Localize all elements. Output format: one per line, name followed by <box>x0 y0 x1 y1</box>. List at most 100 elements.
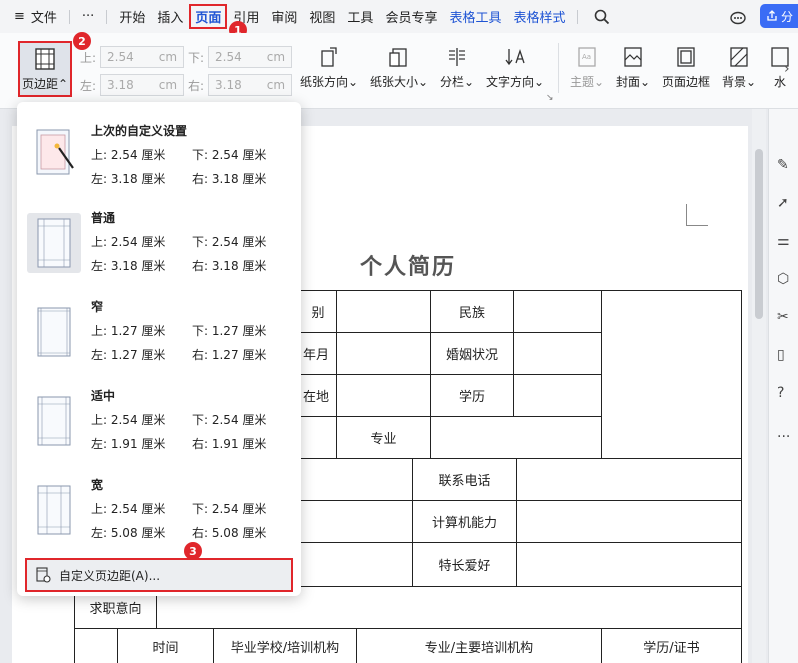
left-margin-field[interactable]: 左: 3.18 cm <box>80 74 185 96</box>
tab-home[interactable]: 开始 <box>113 7 151 26</box>
tab-table-style[interactable]: 表格样式 <box>507 7 571 26</box>
preset-thumbnail <box>27 391 81 451</box>
table-cell-birth[interactable]: 年月 <box>296 333 336 374</box>
cover-button[interactable]: 封面⌄ <box>616 45 650 90</box>
table-cell-major-training[interactable]: 专业/主要培训机构 <box>357 629 601 663</box>
preset-top: 上: 2.54 厘米 <box>91 502 166 516</box>
bottom-margin-field[interactable]: 下: 2.54 cm <box>188 46 293 68</box>
tab-insert[interactable]: 插入 <box>151 7 189 26</box>
table-cell-time[interactable]: 时间 <box>118 629 213 663</box>
menu-file[interactable]: 文件 <box>31 7 63 26</box>
orientation-button[interactable]: 纸张方向⌄ <box>300 45 358 90</box>
preset-thumbnail <box>27 213 81 273</box>
pen-icon[interactable]: ✎ <box>777 157 789 173</box>
table-cell-education[interactable]: 学历 <box>431 375 513 416</box>
book-icon[interactable]: ▯ <box>777 347 785 363</box>
step-badge-2: 2 <box>73 32 91 50</box>
preset-top: 上: 1.27 厘米 <box>91 324 166 338</box>
shape-icon[interactable]: ⬡ <box>777 271 789 287</box>
preset-bottom: 下: 1.27 厘米 <box>192 324 267 338</box>
preset-moderate[interactable]: 适中 上: 2.54 厘米 下: 2.54 厘米 左: 1.91 厘米 右: 1… <box>17 381 301 465</box>
preset-left: 左: 3.18 厘米 <box>91 172 166 186</box>
margins-button[interactable]: 页边距⌃ <box>18 41 72 97</box>
table-cell-major[interactable]: 专业 <box>337 417 430 458</box>
preset-bottom: 下: 2.54 厘米 <box>192 148 267 162</box>
paper-size-label: 纸张大小⌄ <box>370 75 429 89</box>
table-line <box>741 290 742 663</box>
preset-top: 上: 2.54 厘米 <box>91 235 166 249</box>
top-margin-field[interactable]: 上: 2.54 cm <box>80 46 185 68</box>
preset-left: 左: 1.91 厘米 <box>91 437 166 451</box>
cover-icon <box>624 47 642 67</box>
text-direction-button[interactable]: 文字方向⌄ <box>486 45 544 90</box>
preset-name: 窄 <box>91 300 104 314</box>
preset-thumbnail <box>27 302 81 362</box>
margins-icon <box>35 47 55 70</box>
background-label: 背景⌄ <box>722 75 757 89</box>
select-icon[interactable]: ➚ <box>777 195 789 211</box>
preset-wide[interactable]: 宽 上: 2.54 厘米 下: 2.54 厘米 左: 5.08 厘米 右: 5.… <box>17 470 301 554</box>
paper-size-button[interactable]: 纸张大小⌄ <box>370 45 428 90</box>
help-icon[interactable]: ? <box>777 385 784 401</box>
preset-last-custom[interactable]: 上次的自定义设置 上: 2.54 厘米 下: 2.54 厘米 左: 3.18 厘… <box>17 114 301 198</box>
vertical-scrollbar[interactable] <box>752 109 766 663</box>
table-cell-computer[interactable]: 计算机能力 <box>413 501 516 542</box>
preset-right: 右: 3.18 厘米 <box>192 259 267 273</box>
tab-review[interactable]: 审阅 <box>265 7 303 26</box>
preset-bottom: 下: 2.54 厘米 <box>192 502 267 516</box>
preset-narrow[interactable]: 窄 上: 1.27 厘米 下: 1.27 厘米 左: 1.27 厘米 右: 1.… <box>17 292 301 376</box>
preset-name: 上次的自定义设置 <box>91 124 188 138</box>
tab-page[interactable]: 页面 <box>189 4 228 29</box>
share-button[interactable]: 分 <box>760 4 798 28</box>
tab-member[interactable]: 会员专享 <box>379 7 443 26</box>
menu-icon[interactable]: ≡ <box>8 9 31 24</box>
top-margin-label: 上: <box>80 50 97 65</box>
page-border-icon <box>677 47 695 67</box>
preset-right: 右: 3.18 厘米 <box>192 172 267 186</box>
menu-separator <box>106 9 108 24</box>
unit-label: cm <box>266 78 286 92</box>
table-cell-school[interactable]: 毕业学校/培训机构 <box>214 629 356 663</box>
custom-margins-item[interactable]: 自定义页边距(A)... <box>25 558 293 592</box>
tab-view[interactable]: 视图 <box>303 7 341 26</box>
search-icon[interactable] <box>592 7 612 27</box>
page-border-button[interactable]: 页面边框 <box>662 45 710 90</box>
preset-normal[interactable]: 普通 上: 2.54 厘米 下: 2.54 厘米 左: 3.18 厘米 右: 3… <box>17 203 301 287</box>
table-cell-hobby[interactable]: 特长爱好 <box>413 543 516 586</box>
ribbon-separator <box>558 43 559 93</box>
tools-icon[interactable]: ✂ <box>777 309 789 325</box>
table-cell-origin[interactable]: 在地 <box>296 375 336 416</box>
preset-right: 右: 5.08 厘米 <box>192 526 267 540</box>
table-cell-gender[interactable]: 别 <box>300 291 336 332</box>
share-label: 分 <box>781 9 794 24</box>
ribbon-scroll-right-icon[interactable]: › <box>784 61 790 77</box>
margins-dropdown: 上次的自定义设置 上: 2.54 厘米 下: 2.54 厘米 左: 3.18 厘… <box>17 102 301 596</box>
page-border-label: 页面边框 <box>662 75 711 89</box>
orientation-label: 纸张方向⌄ <box>300 75 359 89</box>
table-line <box>601 290 602 458</box>
table-cell-marital[interactable]: 婚姻状况 <box>431 333 513 374</box>
table-cell-phone[interactable]: 联系电话 <box>413 459 516 500</box>
table-cell-ethnicity[interactable]: 民族 <box>431 291 513 332</box>
cloud-icon[interactable] <box>728 7 748 27</box>
table-cell-degree[interactable]: 学历/证书 <box>602 629 741 663</box>
background-button[interactable]: 背景⌄ <box>722 45 756 90</box>
dialog-launcher-icon[interactable]: ↘ <box>546 93 554 103</box>
preset-right: 右: 1.91 厘米 <box>192 437 267 451</box>
menu-more[interactable]: ··· <box>76 9 100 24</box>
custom-margins-icon <box>36 567 51 583</box>
left-margin-value: 3.18 <box>107 78 134 92</box>
table-line <box>300 542 742 543</box>
tab-tools[interactable]: 工具 <box>341 7 379 26</box>
scrollbar-thumb[interactable] <box>755 149 763 319</box>
columns-button[interactable]: 分栏⌄ <box>440 45 474 90</box>
unit-label: cm <box>158 78 178 92</box>
more-icon[interactable]: ··· <box>777 429 790 445</box>
right-margin-field[interactable]: 右: 3.18 cm <box>188 74 293 96</box>
orientation-icon <box>321 47 337 67</box>
theme-button[interactable]: Aa 主题⌄ <box>570 45 604 90</box>
tab-table-tools[interactable]: 表格工具 <box>443 7 507 26</box>
adjust-icon[interactable]: ⚌ <box>777 233 790 249</box>
preset-left: 左: 3.18 厘米 <box>91 259 166 273</box>
table-line <box>300 500 742 501</box>
